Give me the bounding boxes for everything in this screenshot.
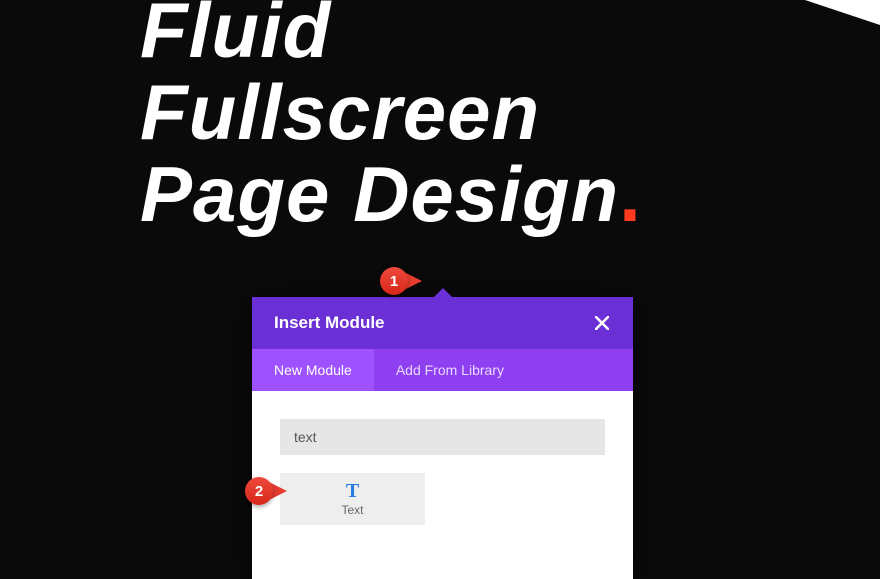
- tab-new-module[interactable]: New Module: [252, 349, 374, 391]
- modal-title: Insert Module: [274, 313, 385, 333]
- title-line-3: Page Design: [140, 150, 619, 238]
- modal-tabs: New Module Add From Library: [252, 349, 633, 391]
- module-item-label: Text: [341, 503, 363, 517]
- module-grid: T Text: [280, 473, 605, 525]
- page-title: Fluid Fullscreen Page Design.: [140, 0, 642, 236]
- title-line-2: Fullscreen: [140, 68, 540, 156]
- close-icon[interactable]: [593, 314, 611, 332]
- insert-module-modal: Insert Module New Module Add From Librar…: [252, 297, 633, 579]
- annotation-callout-2: 2: [245, 477, 287, 505]
- tab-add-from-library[interactable]: Add From Library: [374, 349, 526, 391]
- module-item-text[interactable]: T Text: [280, 473, 425, 525]
- annotation-callout-1: 1: [380, 267, 422, 295]
- modal-header: Insert Module: [252, 297, 633, 349]
- modal-body: T Text: [252, 391, 633, 545]
- title-dot: .: [619, 150, 642, 238]
- text-icon: T: [346, 481, 359, 501]
- decorative-corner: [750, 0, 880, 350]
- modal-pointer: [433, 288, 453, 298]
- callout-number: 1: [380, 267, 408, 295]
- callout-number: 2: [245, 477, 273, 505]
- title-line-1: Fluid: [140, 0, 331, 74]
- module-search-input[interactable]: [280, 419, 605, 455]
